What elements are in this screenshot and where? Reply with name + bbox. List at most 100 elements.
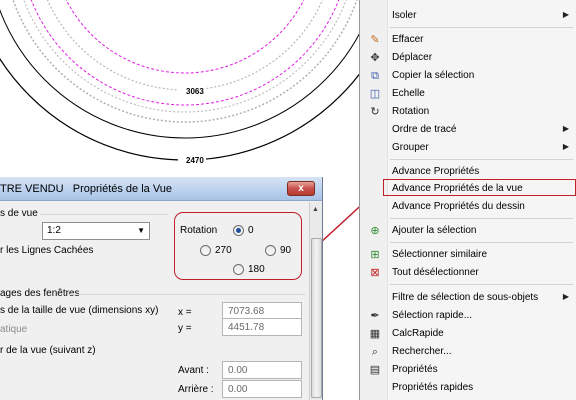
front-label: Avant :: [178, 365, 209, 376]
rotation-90-radio[interactable]: [265, 245, 276, 256]
properties-icon: ▤: [369, 364, 381, 376]
rotation-270-radio[interactable]: [200, 245, 211, 256]
y-label: y =: [178, 323, 192, 334]
menu-item-label: Tout désélectionner: [392, 267, 479, 278]
rotation-0-label: 0: [248, 225, 254, 236]
dimension-label-2470: 2470: [186, 156, 204, 165]
menu-item-effacer[interactable]: ✎ Effacer: [360, 31, 576, 49]
back-field[interactable]: 0.00: [222, 380, 302, 398]
menu-item-label: Sélectionner similaire: [392, 249, 488, 260]
menu-item-filtre-sous-objets[interactable]: Filtre de sélection de sous-objets ▶: [360, 289, 576, 307]
rotation-0-radio[interactable]: [233, 225, 244, 236]
view-section-label: s de vue: [0, 208, 38, 219]
dialog-title: TRE VENDU Propriétés de la Vue: [0, 183, 172, 195]
scale-icon: ◫: [369, 88, 381, 100]
view-size-label: s de la taille de vue (dimensions xy): [0, 305, 159, 316]
menu-item-label: Déplacer: [392, 52, 433, 63]
menu-item-label: CalcRapide: [392, 328, 444, 339]
menu-item-label: Ordre de tracé: [392, 124, 457, 135]
menu-item-isoler[interactable]: Isoler ▶: [360, 7, 576, 25]
static-label: atique: [0, 324, 28, 335]
dialog-titlebar[interactable]: TRE VENDU Propriétés de la Vue x: [0, 177, 322, 201]
eraser-icon: ✎: [370, 34, 380, 46]
menu-separator: [390, 27, 573, 28]
find-icon: ⌕: [371, 346, 379, 358]
rotation-180-label: 180: [248, 264, 265, 275]
magenta-circle-inner: [65, 0, 305, 74]
menu-item-label: Rotation: [392, 106, 430, 117]
menu-item-ordre-trace[interactable]: Ordre de tracé ▶: [360, 121, 576, 139]
close-button[interactable]: x: [287, 181, 315, 196]
menu-item-label: Effacer: [392, 34, 424, 45]
menu-separator: [390, 159, 573, 160]
menu-item-proprietes-rapides[interactable]: Propriétés rapides: [360, 379, 576, 397]
menu-item-rotation[interactable]: ↻ Rotation: [360, 103, 576, 121]
menu-item-echelle[interactable]: ◫ Echelle: [360, 85, 576, 103]
dialog-scrollbar[interactable]: ▲: [309, 202, 322, 400]
menu-item-label: Copier la sélection: [392, 70, 475, 81]
context-menu: Isoler ▶ ✎ Effacer ✥ Déplacer ⧉ Copier l…: [359, 0, 576, 400]
menu-separator: [390, 284, 573, 285]
submenu-arrow-icon: ▶: [562, 124, 569, 133]
deselect-icon: ⊠: [370, 267, 380, 279]
menu-highlight-box: [383, 179, 576, 196]
chevron-down-icon: ▼: [137, 226, 145, 235]
menu-item-label: Propriétés: [392, 364, 438, 375]
quick-select-icon: ✒: [370, 310, 380, 322]
calculator-icon: ▦: [369, 328, 381, 340]
front-value: 0.00: [228, 365, 248, 376]
move-icon: ✥: [370, 52, 380, 64]
menu-item-calcrapide[interactable]: ▦ CalcRapide: [360, 325, 576, 343]
menu-item-label: Echelle: [392, 88, 425, 99]
view-section-divider: [40, 214, 168, 215]
submenu-arrow-icon: ▶: [562, 292, 569, 301]
select-similar-icon: ⊞: [370, 249, 380, 261]
menu-item-tout-deselectionner[interactable]: ⊠ Tout désélectionner: [360, 264, 576, 282]
submenu-arrow-icon: ▶: [562, 142, 569, 151]
menu-item-ajouter-selection[interactable]: ⊕ Ajouter la sélection: [360, 222, 576, 240]
x-value: 7073.68: [228, 306, 265, 317]
menu-item-label: Advance Propriétés du dessin: [392, 201, 525, 212]
scrollbar-thumb[interactable]: [311, 238, 322, 398]
menu-item-selection-rapide[interactable]: ✒ Sélection rapide...: [360, 307, 576, 325]
menu-item-label: Propriétés rapides: [392, 382, 474, 393]
menu-item-selectionner-similaire[interactable]: ⊞ Sélectionner similaire: [360, 246, 576, 264]
back-value: 0.00: [228, 384, 248, 395]
scroll-up-icon[interactable]: ▲: [312, 206, 319, 213]
rotation-180-radio[interactable]: [233, 264, 244, 275]
menu-item-deplacer[interactable]: ✥ Déplacer: [360, 49, 576, 67]
menu-item-advance-proprietes-dessin[interactable]: Advance Propriétés du dessin: [360, 198, 576, 216]
view-depth-label: r de la vue (suivant z): [0, 345, 96, 356]
menu-item-label: Grouper: [392, 142, 429, 153]
dimension-label-3063: 3063: [186, 87, 204, 96]
menu-item-label: Filtre de sélection de sous-objets: [392, 292, 539, 303]
middle-circle: [0, 0, 375, 139]
scale-dropdown[interactable]: 1:2 ▼: [42, 222, 150, 240]
menu-item-label: Sélection rapide...: [392, 310, 473, 321]
menu-separator: [390, 242, 573, 243]
y-field[interactable]: 4451.78: [222, 318, 302, 336]
rotate-icon: ↻: [370, 106, 380, 118]
menu-item-label: Advance Propriétés: [392, 166, 480, 177]
rotation-270-label: 270: [215, 245, 232, 256]
back-label: Arrière :: [178, 384, 214, 395]
menu-item-label: Ajouter la sélection: [392, 225, 477, 236]
y-value: 4451.78: [228, 322, 265, 333]
menu-separator: [390, 218, 573, 219]
windows-section-divider: [68, 294, 305, 295]
menu-item-label: Rechercher...: [392, 346, 452, 357]
scale-value: 1:2: [47, 225, 61, 236]
menu-item-copier-selection[interactable]: ⧉ Copier la sélection: [360, 67, 576, 85]
menu-item-rechercher[interactable]: ⌕ Rechercher...: [360, 343, 576, 361]
submenu-arrow-icon: ▶: [562, 10, 569, 19]
front-field[interactable]: 0.00: [222, 361, 302, 379]
menu-item-grouper[interactable]: Grouper ▶: [360, 139, 576, 157]
x-label: x =: [178, 307, 192, 318]
add-selection-icon: ⊕: [370, 225, 380, 237]
rotation-90-label: 90: [280, 245, 292, 256]
copy-icon: ⧉: [371, 70, 379, 82]
menu-item-label: Isoler: [392, 10, 417, 21]
rotation-label: Rotation: [180, 225, 218, 236]
hidden-lines-label[interactable]: r les Lignes Cachées: [0, 245, 93, 256]
menu-item-proprietes[interactable]: ▤ Propriétés: [360, 361, 576, 379]
